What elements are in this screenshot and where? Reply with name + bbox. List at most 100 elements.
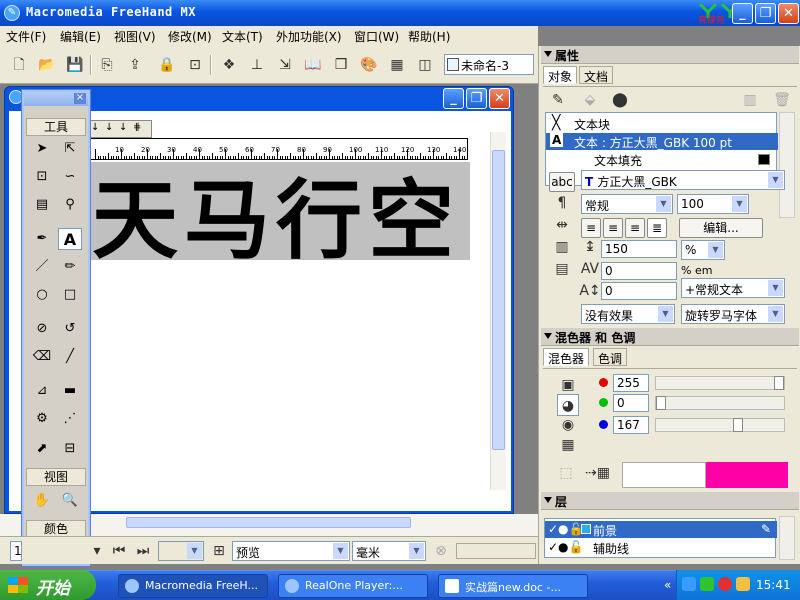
text-ruler[interactable]: 10 20 30 40 50 60 70 80 90 100 110 120 130 140 (86, 138, 468, 160)
vertical-scroll-thumb[interactable] (492, 150, 505, 450)
chart-tool-icon[interactable]: ▬ (58, 380, 82, 402)
unit-select[interactable]: 毫米 ▼ (352, 541, 426, 561)
tracking-field[interactable]: 0 (601, 262, 677, 280)
layers-scrollbar[interactable] (779, 516, 795, 560)
delete-item-icon[interactable]: 🗑 (771, 89, 793, 111)
zoom-icon[interactable]: 🔍 (58, 490, 82, 512)
menu-file[interactable]: 文件(F) (6, 28, 46, 45)
knife-icon[interactable]: ╱ (58, 346, 82, 368)
left-tab-icon[interactable]: ↓ (91, 122, 99, 133)
canvas-text[interactable]: 天马行空 (92, 162, 460, 260)
task-realone[interactable]: RealOne Player:... (278, 574, 428, 598)
baseline-field[interactable]: 0 (601, 282, 677, 300)
document-selector[interactable]: 未命名-3 (444, 54, 534, 75)
messenger-icon[interactable] (718, 577, 732, 591)
volume-icon[interactable] (736, 577, 750, 591)
tools-panel-header[interactable]: × (24, 92, 88, 106)
effect-select[interactable]: 没有效果 ▼ (581, 304, 675, 324)
layer-color-chip[interactable] (581, 524, 591, 534)
ellipse-icon[interactable]: ○ (30, 284, 54, 306)
doc-maximize-button[interactable]: ❐ (466, 88, 487, 109)
prev-page-icon[interactable]: ⏮ (108, 540, 130, 562)
export-icon[interactable]: ⇪ (124, 54, 146, 76)
properties-header[interactable]: 属性 (541, 46, 799, 64)
group-icon[interactable]: ❖ (218, 54, 240, 76)
menu-edit[interactable]: 编辑(E) (60, 28, 101, 45)
decimal-tab-icon[interactable]: ⋕ (133, 122, 141, 133)
hand-icon[interactable]: ✋ (30, 490, 54, 512)
list-item[interactable]: A 文本 : 方正大黑_GBK 100 pt (546, 133, 778, 150)
tab-tints[interactable]: 色调 (593, 348, 628, 366)
layer-row-foreground[interactable]: ✓●🔓 前景 ✎ (545, 521, 777, 538)
paragraph-icon[interactable]: ¶ (551, 192, 573, 214)
open-folder-icon[interactable]: 📂 (36, 54, 58, 76)
object-list-scrollbar[interactable] (779, 112, 795, 218)
tab-object[interactable]: 对象 (543, 66, 578, 84)
text-ruler-tabs[interactable]: ↓ ↓ ↓ ⋕ (86, 120, 152, 138)
view-mode-select[interactable]: 预览 ▼ (232, 541, 350, 561)
font-select[interactable]: T 方正大黑_GBK ▼ (581, 170, 785, 190)
task-word[interactable]: 实战篇new.doc -... (438, 574, 588, 598)
layer-row-guides[interactable]: ✓●🔓 辅助线 (545, 539, 777, 556)
tab-mixer[interactable]: 混色器 (543, 348, 590, 366)
right-tab-icon[interactable]: ↓ (119, 122, 127, 133)
align-left-button[interactable]: ≡ (581, 218, 601, 238)
network-icon[interactable] (682, 577, 696, 591)
list-item[interactable]: 文本填充 (546, 151, 778, 168)
blue-slider[interactable] (655, 418, 785, 432)
close-button[interactable]: ✕ (778, 3, 799, 24)
rectangle-icon[interactable]: □ (58, 284, 82, 306)
mixer-header[interactable]: 混色器 和 色调 (541, 328, 799, 346)
add-to-swatches-icon[interactable]: ⬚ (555, 462, 577, 484)
start-button[interactable]: 开始 (0, 570, 96, 600)
tab-document[interactable]: 文档 (579, 66, 614, 84)
new-file-icon[interactable]: 🗋 (8, 54, 30, 76)
tracking-icon[interactable]: AV (579, 258, 601, 280)
line-icon[interactable]: ／ (30, 256, 54, 278)
freeform-icon[interactable]: ↺ (58, 318, 82, 340)
page-dropdown-arrow[interactable]: ▾ (86, 540, 108, 562)
perspective-icon[interactable]: ⊿ (30, 380, 54, 402)
red-slider-thumb[interactable] (774, 376, 784, 390)
cmyk-mode-icon[interactable]: ▣ (557, 374, 579, 396)
eyedropper-icon[interactable]: ⚲ (58, 194, 82, 216)
fill-color-chip[interactable] (758, 154, 770, 165)
color-palette-icon[interactable]: 🎨 (358, 54, 380, 76)
doc-window-icon[interactable] (9, 90, 23, 104)
align-center-button[interactable]: ≡ (603, 218, 623, 238)
justify-button[interactable]: ≣ (647, 218, 667, 238)
rows-icon[interactable]: ▤ (551, 258, 573, 280)
center-tab-icon[interactable]: ↓ (105, 122, 113, 133)
menu-xtras[interactable]: 外加功能(X) (276, 28, 342, 45)
leading-unit-select[interactable]: % ▼ (681, 240, 725, 260)
next-page-icon[interactable]: ⏭ (132, 540, 154, 562)
menu-help[interactable]: 帮助(H) (408, 28, 450, 45)
layers-icon[interactable]: ◫ (414, 54, 436, 76)
tray-expand-icon[interactable]: « (664, 578, 671, 592)
import-icon[interactable]: ⎘ (96, 54, 118, 76)
align-right-button[interactable]: ≡ (625, 218, 645, 238)
pen-icon[interactable]: ✒ (30, 228, 54, 250)
trace-icon[interactable]: ▤ (30, 194, 54, 216)
swatches-panel-icon[interactable]: ⇢▦ (585, 462, 610, 484)
previous-color-swatch[interactable] (622, 462, 706, 488)
visible-check-icon[interactable]: ✓●🔓 (548, 540, 583, 554)
eraser-icon[interactable]: ⌫ (30, 346, 54, 368)
freehand-app-icon[interactable]: ✎ (4, 5, 20, 21)
list-item[interactable]: ╳ 文本块 (546, 115, 778, 132)
task-freehand[interactable]: Macromedia FreeH... (118, 574, 268, 598)
styles-icon[interactable]: ❒ (330, 54, 352, 76)
menu-view[interactable]: 视图(V) (114, 28, 156, 45)
lasso-icon[interactable]: ∽ (58, 166, 82, 188)
page-tool-icon[interactable]: ⊡ (30, 166, 54, 188)
size-select[interactable]: 100 ▼ (677, 194, 749, 214)
align-icon[interactable]: ⊥ (246, 54, 268, 76)
pencil-icon[interactable]: ✏ (58, 256, 82, 278)
connector-icon[interactable]: ⋰ (58, 408, 82, 430)
blue-slider-thumb[interactable] (733, 418, 744, 432)
baseline-shift-icon[interactable]: A↕ (579, 280, 601, 302)
cancel-render-icon[interactable]: ⊗ (430, 540, 452, 562)
red-slider[interactable] (655, 376, 785, 390)
lock-icon[interactable]: 🔒 (156, 54, 178, 76)
add-effect-icon[interactable]: ⬤ (609, 89, 631, 111)
